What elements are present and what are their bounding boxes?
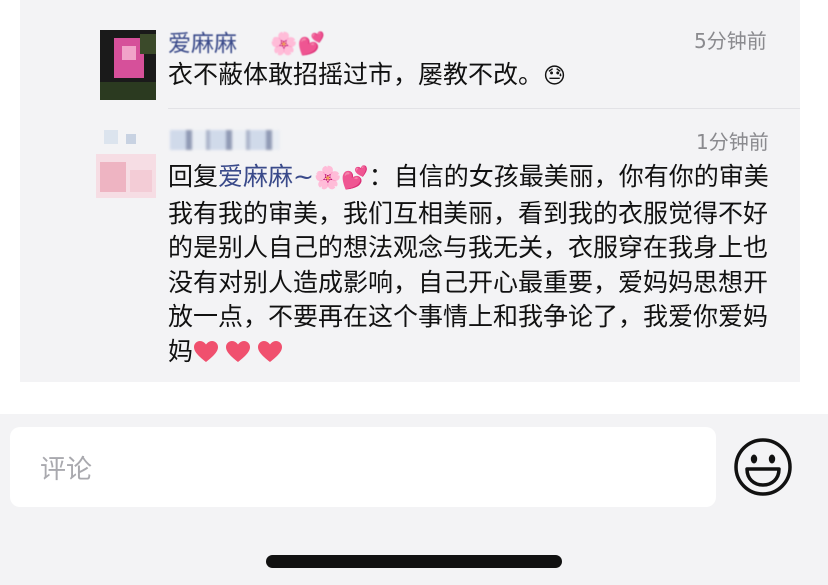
flower-heart-emoji: 🌸💕 bbox=[270, 32, 326, 57]
avatar[interactable] bbox=[100, 30, 156, 100]
avatar[interactable] bbox=[96, 130, 156, 198]
comment-text: 回复爱麻麻~🌸💕：自信的女孩最美丽，你有你的审美我有我的审美，我们互相美丽，看到… bbox=[168, 160, 780, 369]
comment-body: 衣不蔽体敢招摇过市，屡教不改。 bbox=[168, 60, 544, 89]
red-heart-icon bbox=[226, 340, 251, 362]
author-name[interactable]: 爱麻麻 bbox=[168, 31, 237, 57]
comment-text: 衣不蔽体敢招摇过市，屡教不改。😓 bbox=[168, 58, 788, 95]
red-heart-icon bbox=[258, 340, 283, 362]
comment-divider bbox=[168, 108, 800, 109]
flower-heart-emoji: 🌸💕 bbox=[313, 166, 369, 191]
home-indicator[interactable] bbox=[266, 555, 562, 568]
comment-author[interactable]: 爱麻麻 🌸💕 bbox=[168, 24, 325, 58]
comment-time: 1分钟前 bbox=[696, 130, 769, 154]
comment-input[interactable] bbox=[10, 427, 716, 507]
reply-prefix: 回复 bbox=[168, 162, 219, 191]
comment-time: 5分钟前 bbox=[694, 29, 767, 53]
red-heart-icon bbox=[194, 340, 219, 362]
sweat-face-emoji: 😓 bbox=[543, 64, 566, 89]
reply-colon: ： bbox=[368, 162, 394, 191]
reply-to-name[interactable]: 爱麻麻~ bbox=[218, 162, 314, 191]
smiley-face-icon[interactable] bbox=[733, 437, 793, 497]
blurred-author-name bbox=[170, 130, 280, 150]
comment-input-placeholder: 评论 bbox=[40, 455, 93, 485]
comment-body: 自信的女孩最美丽，你有你的审美我有我的审美，我们互相美丽，看到我的衣服觉得不好的… bbox=[168, 162, 769, 366]
